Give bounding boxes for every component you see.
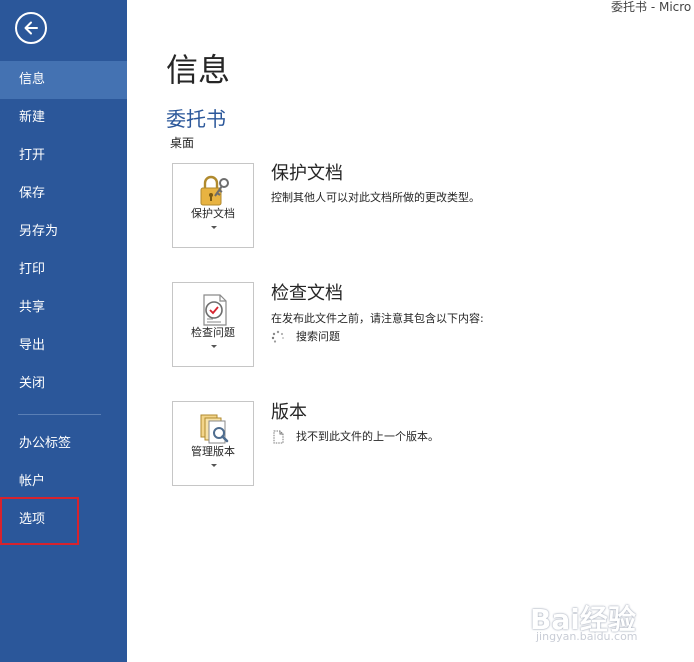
check-for-issues-button[interactable]: 检查问题	[172, 282, 254, 367]
nav-item-export[interactable]: 导出	[0, 327, 127, 365]
watermark-brand: Bai经验	[530, 603, 636, 636]
protect-document-label: 保护文档	[191, 207, 235, 220]
protect-document-button[interactable]: 保护文档	[172, 163, 254, 248]
manage-versions-label: 管理版本	[191, 445, 235, 458]
window-title: 委托书 - Micro	[611, 0, 692, 14]
dropdown-caret-icon	[211, 345, 217, 348]
manage-versions-button[interactable]: 管理版本	[172, 401, 254, 486]
loading-spinner-icon	[271, 330, 284, 343]
dropdown-caret-icon	[211, 464, 217, 467]
searching-issues-item: 搜索问题	[271, 330, 340, 344]
protect-document-description: 控制其他人可以对此文档所做的更改类型。	[271, 191, 480, 204]
page-title: 信息	[166, 51, 231, 89]
nav-item-options[interactable]: 选项	[0, 501, 127, 539]
nav-item-print[interactable]: 打印	[0, 251, 127, 289]
baidu-watermark: Bai经验 jingyan.baidu.com	[530, 598, 680, 648]
document-name: 委托书	[166, 107, 226, 131]
protect-document-heading: 保护文档	[271, 163, 343, 184]
nav-item-share[interactable]: 共享	[0, 289, 127, 327]
back-arrow-icon	[24, 21, 38, 35]
sidebar-divider	[18, 414, 101, 415]
check-for-issues-label: 检查问题	[191, 326, 235, 339]
nav-item-open[interactable]: 打开	[0, 137, 127, 175]
backstage-sidebar: 信息 新建 打开 保存 另存为 打印 共享 导出 关闭 办公标签 帐户 选项	[0, 0, 127, 662]
lock-key-icon	[200, 175, 229, 206]
document-path: 桌面	[170, 136, 195, 150]
back-button[interactable]	[15, 12, 47, 44]
no-versions-text: 找不到此文件的上一个版本。	[296, 430, 439, 443]
dropdown-caret-icon	[211, 226, 217, 229]
manage-versions-icon	[200, 414, 229, 444]
nav-item-close[interactable]: 关闭	[0, 365, 127, 403]
nav-item-account[interactable]: 帐户	[0, 463, 127, 501]
no-versions-item: 找不到此文件的上一个版本。	[271, 430, 439, 444]
watermark-url: jingyan.baidu.com	[536, 630, 638, 643]
searching-issues-text: 搜索问题	[296, 330, 340, 343]
versions-heading: 版本	[271, 402, 307, 423]
nav-item-office-tab[interactable]: 办公标签	[0, 425, 127, 463]
inspect-document-icon	[203, 294, 227, 326]
inspect-document-description: 在发布此文件之前，请注意其包含以下内容:	[271, 312, 484, 325]
nav-item-save[interactable]: 保存	[0, 175, 127, 213]
document-icon	[273, 430, 284, 444]
nav-item-info[interactable]: 信息	[0, 61, 127, 99]
inspect-document-heading: 检查文档	[271, 283, 343, 304]
nav-item-new[interactable]: 新建	[0, 99, 127, 137]
nav-item-save-as[interactable]: 另存为	[0, 213, 127, 251]
